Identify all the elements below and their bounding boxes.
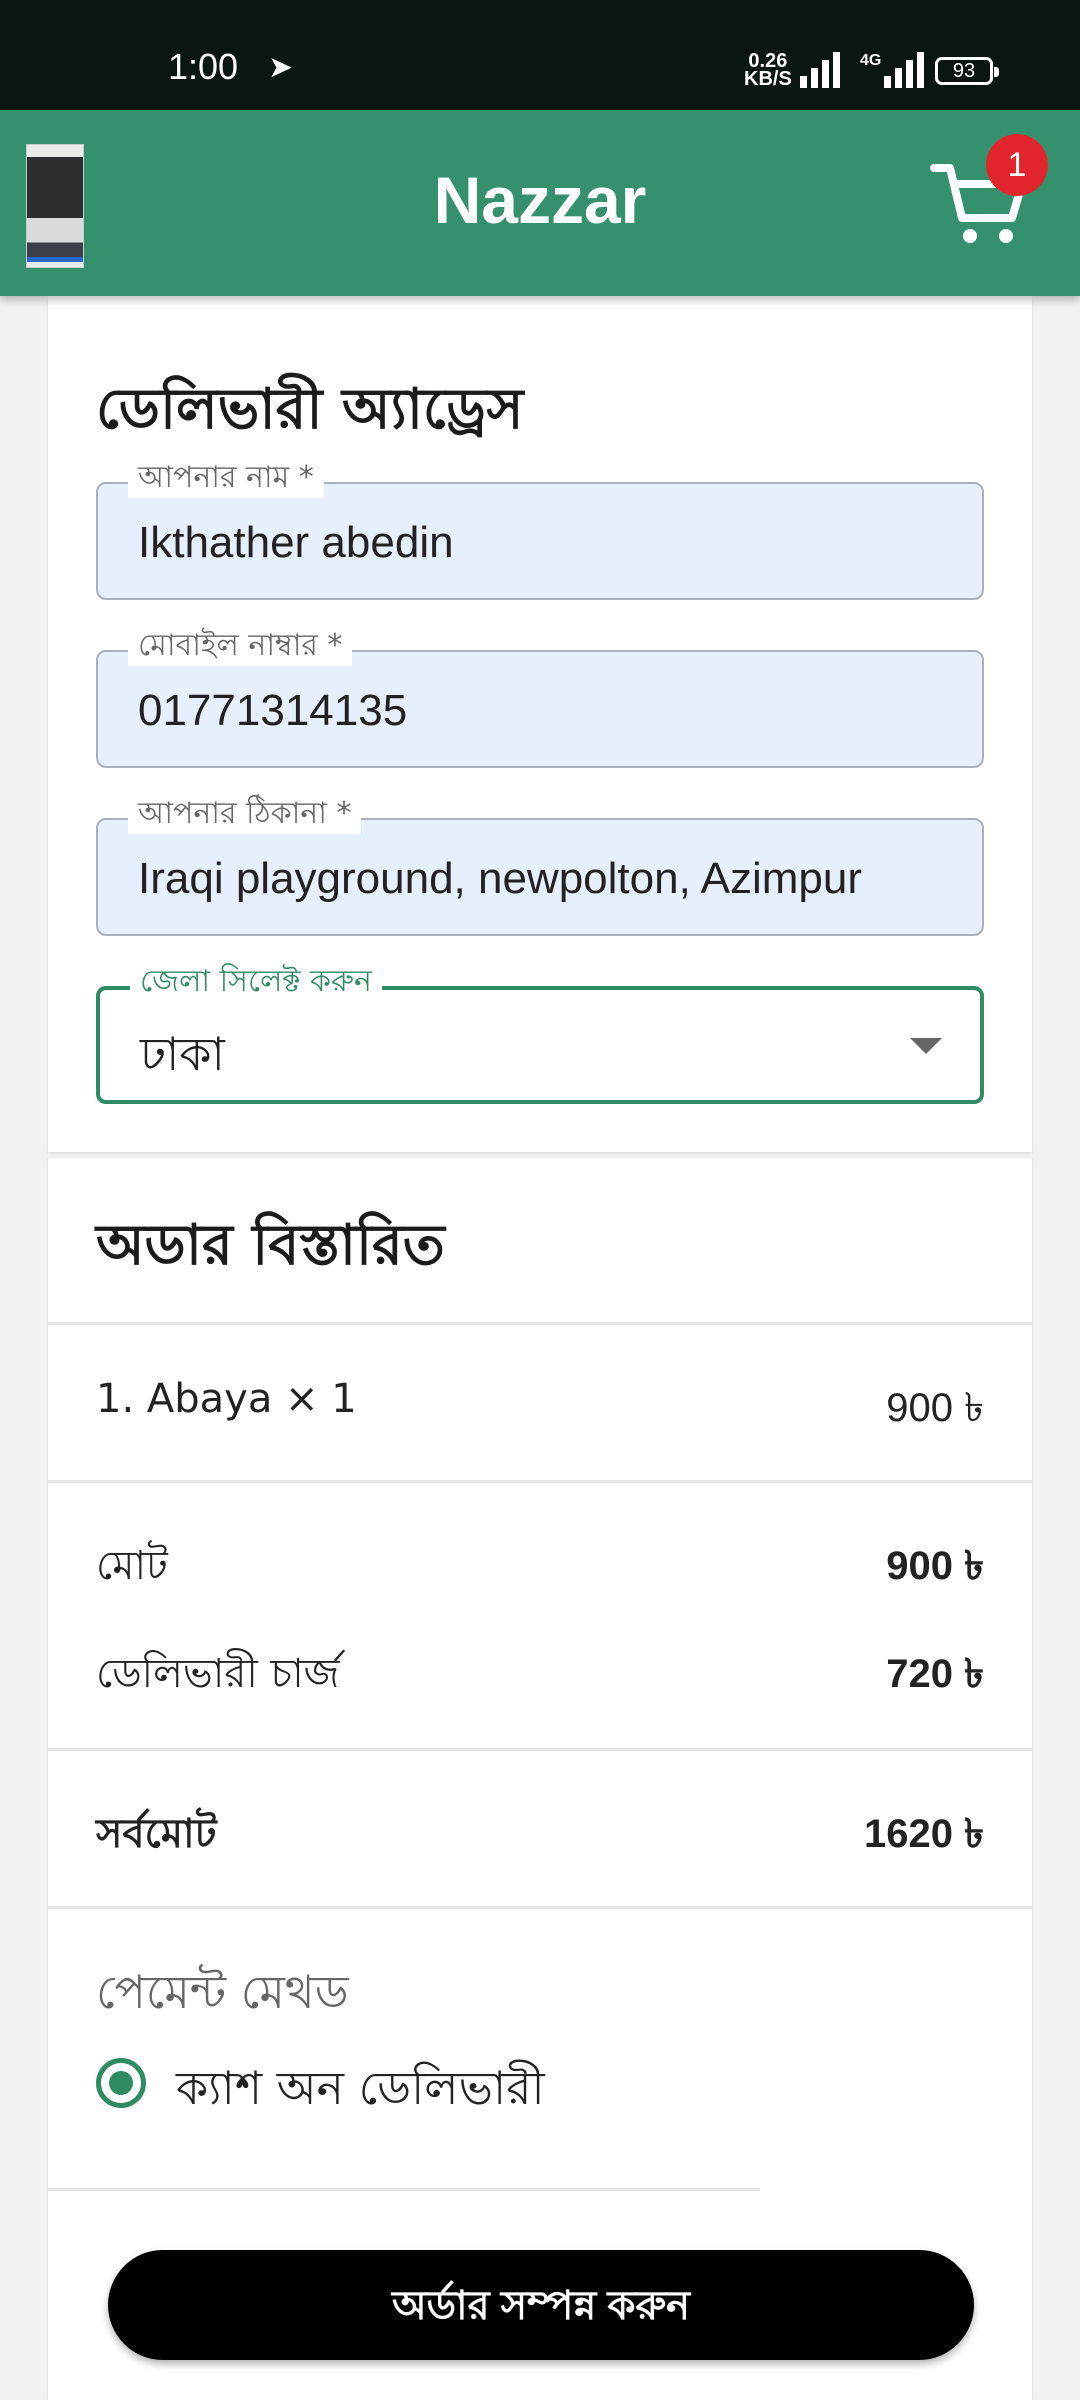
order-item-price: 900 ৳ [886, 1386, 984, 1430]
app-bar: Nazzar 1 [0, 110, 1080, 296]
cash-on-delivery-label[interactable]: ক্যাশ অন ডেলিভারী [176, 2054, 545, 2130]
network-speed-unit: KB/S [744, 68, 792, 90]
app-title: Nazzar [433, 163, 647, 237]
mobile-field-label: মোবাইল নাম্বার * [128, 626, 353, 666]
district-select-value[interactable]: ঢাকা [140, 1020, 225, 1096]
divider [48, 1480, 1032, 1483]
battery-level: 93 [952, 60, 976, 82]
delivery-address-title: ডেলিভারী অ্যাড্রেস [96, 377, 524, 442]
status-time: 1:00 [168, 46, 239, 87]
navigation-icon: ➤ [268, 50, 294, 85]
cash-on-delivery-radio[interactable] [96, 2058, 146, 2108]
mobile-field[interactable]: মোবাইল নাম্বার * 01771314135 [96, 626, 984, 768]
district-select-label: জেলা সিলেক্ট করুন [130, 962, 382, 1002]
divider [48, 1748, 1032, 1751]
district-select[interactable]: জেলা সিলেক্ট করুন ঢাকা [96, 962, 984, 1104]
network-speed: 0.26 KB/S [744, 51, 792, 90]
divider [48, 1322, 1032, 1325]
address-field[interactable]: আপনার ঠিকানা * Iraqi playground, newpolt… [96, 794, 984, 936]
cart-badge: 1 [986, 134, 1048, 196]
total-label: সর্বমোট [96, 1811, 217, 1857]
battery-icon: 93 [935, 57, 999, 85]
delivery-charge-label: ডেলিভারী চার্জ [96, 1651, 340, 1697]
order-item: 1. Abaya × 1 [96, 1376, 357, 1422]
chevron-down-icon[interactable] [910, 1038, 942, 1054]
address-field-label: আপনার ঠিকানা * [128, 794, 362, 834]
subtotal-label: মোট [96, 1543, 168, 1589]
subtotal-value: 900 ৳ [886, 1544, 984, 1588]
divider [48, 1906, 1032, 1909]
total-value: 1620 ৳ [863, 1812, 984, 1856]
order-details-title: অডার বিস্তারিত [96, 1213, 445, 1278]
signal-4g-icon [884, 52, 924, 88]
status-bar: 1:00 ➤ 0.26 KB/S 4G 93 [0, 0, 1080, 110]
divider [48, 2188, 760, 2191]
address-field-value[interactable]: Iraqi playground, newpolton, Azimpur [138, 854, 862, 904]
place-order-button[interactable]: অর্ডার সম্পন্ন করুন [108, 2250, 974, 2360]
delivery-address-card: ডেলিভারী অ্যাড্রেস আপনার নাম * Ikthather… [48, 296, 1032, 1152]
signal-icon [800, 52, 840, 88]
name-field-value[interactable]: Ikthather abedin [138, 518, 454, 568]
name-field[interactable]: আপনার নাম * Ikthather abedin [96, 458, 984, 600]
mobile-field-value[interactable]: 01771314135 [138, 686, 407, 736]
network-type: 4G [860, 52, 882, 69]
order-details-card: অডার বিস্তারিত 1. Abaya × 1 900 ৳ মোট 90… [48, 1158, 1032, 2400]
delivery-charge-value: 720 ৳ [886, 1652, 984, 1696]
name-field-label: আপনার নাম * [128, 458, 324, 498]
payment-method-title: পেমেন্ট মেথড [96, 1965, 349, 2019]
